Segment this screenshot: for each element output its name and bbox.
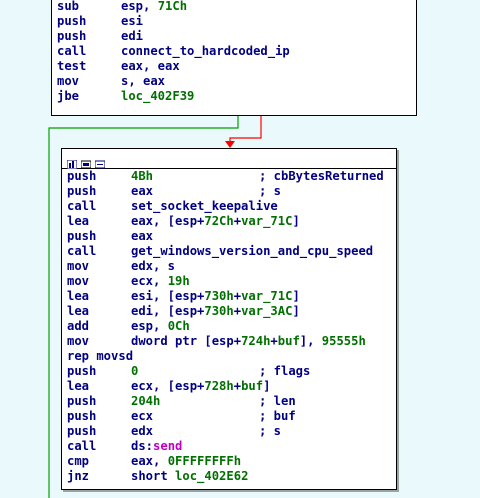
asm-mnemonic: call <box>67 439 97 453</box>
asm-operands: edi, [esp+730h+var_3AC] <box>131 304 300 318</box>
asm-line[interactable]: add esp, 0Ch <box>67 319 396 334</box>
asm-line[interactable]: test eax, eax <box>57 59 416 74</box>
asm-mnemonic: jnz <box>67 469 90 483</box>
graph-icon[interactable] <box>66 154 78 170</box>
asm-line[interactable]: call get_windows_version_and_cpu_speed <box>67 244 396 259</box>
asm-operands: eax, 0FFFFFFFFh <box>131 454 242 468</box>
basic-block-entry[interactable]: sub esp, 71Ch push esi push edi call connect_to… <box>51 0 417 116</box>
asm-mnemonic: push <box>67 409 97 423</box>
asm-comment: ; s <box>259 424 282 438</box>
asm-line[interactable]: mov dword ptr [esp+724h+buf], 95555h <box>67 334 396 349</box>
block-code: sub esp, 71Ch push esi push edi call connect_to… <box>52 0 416 104</box>
asm-line[interactable]: push 4Bh ; cbBytesReturned <box>67 169 396 184</box>
asm-line[interactable]: push 204h ; len <box>67 394 396 409</box>
asm-mnemonic: add <box>67 319 90 333</box>
asm-operands: edx <box>131 424 154 438</box>
asm-line[interactable]: call connect_to_hardcoded_ip <box>57 44 416 59</box>
node-icon[interactable] <box>94 154 106 169</box>
asm-comment: ; cbBytesReturned <box>259 169 384 183</box>
block-code: push 4Bh ; cbBytesReturned push eax ; s call se… <box>62 169 396 484</box>
asm-operands: eax, [esp+72Ch+var_71C] <box>131 214 300 228</box>
asm-operands: ecx <box>131 409 154 423</box>
asm-operands: esp, 71Ch <box>121 0 188 13</box>
asm-mnemonic: push <box>67 424 97 438</box>
asm-line[interactable]: mov edx, s <box>67 259 396 274</box>
asm-operands: ds:send <box>131 439 183 453</box>
asm-mnemonic: sub <box>57 0 80 13</box>
asm-operands: dword ptr [esp+724h+buf], 95555h <box>131 334 366 348</box>
asm-mnemonic: push <box>67 364 97 378</box>
asm-operands: eax, eax <box>121 59 180 73</box>
asm-line[interactable]: push 0 ; flags <box>67 364 396 379</box>
edge-true-branch <box>229 116 262 142</box>
asm-line[interactable]: push edi <box>57 29 416 44</box>
asm-line[interactable]: lea eax, [esp+72Ch+var_71C] <box>67 214 396 229</box>
asm-operands: 0 <box>131 364 139 378</box>
asm-mnemonic: push <box>67 229 97 243</box>
asm-operands: get_windows_version_and_cpu_speed <box>131 244 374 258</box>
asm-operands: loc_402F39 <box>121 89 195 103</box>
asm-mnemonic: lea <box>67 289 90 303</box>
asm-operands: edi <box>121 29 144 43</box>
asm-line[interactable]: rep movsd <box>67 349 396 364</box>
asm-mnemonic: lea <box>67 214 90 228</box>
asm-line[interactable]: jbe loc_402F39 <box>57 89 416 104</box>
asm-mnemonic: cmp <box>67 454 90 468</box>
asm-comment: ; s <box>259 184 282 198</box>
asm-mnemonic: mov <box>67 334 90 348</box>
asm-line[interactable]: lea ecx, [esp+728h+buf] <box>67 379 396 394</box>
asm-line[interactable]: push eax <box>67 229 396 244</box>
asm-operands: ecx, [esp+728h+buf] <box>131 379 271 393</box>
asm-operands: eax <box>131 184 154 198</box>
asm-line[interactable]: mov ecx, 19h <box>67 274 396 289</box>
asm-mnemonic: jbe <box>57 89 80 103</box>
asm-mnemonic: mov <box>67 274 90 288</box>
asm-comment: ; flags <box>259 364 311 378</box>
asm-line[interactable]: jnz short loc_402E62 <box>67 469 396 484</box>
asm-mnemonic: call <box>67 244 97 258</box>
asm-comment: ; len <box>259 394 296 408</box>
asm-mnemonic: push <box>57 29 87 43</box>
asm-mnemonic: push <box>57 14 87 28</box>
asm-line[interactable]: lea esi, [esp+730h+var_71C] <box>67 289 396 304</box>
asm-operands: esi <box>121 14 144 28</box>
asm-operands: connect_to_hardcoded_ip <box>121 44 290 58</box>
asm-line[interactable]: push ecx ; buf <box>67 409 396 424</box>
asm-mnemonic: push <box>67 169 97 183</box>
asm-operands: ecx, 19h <box>131 274 190 288</box>
asm-line[interactable]: push eax ; s <box>67 184 396 199</box>
asm-operands: edx, s <box>131 259 176 273</box>
asm-mnemonic: call <box>57 44 87 58</box>
asm-comment: ; buf <box>259 409 296 423</box>
asm-operands: short loc_402E62 <box>131 469 249 483</box>
asm-line[interactable]: push edx ; s <box>67 424 396 439</box>
asm-mnemonic: push <box>67 184 97 198</box>
asm-line[interactable]: push esi <box>57 14 416 29</box>
edge-arrowhead <box>225 141 235 148</box>
asm-mnemonic: rep movsd <box>67 349 134 363</box>
asm-line[interactable]: sub esp, 71Ch <box>57 0 416 14</box>
asm-line[interactable]: mov s, eax <box>57 74 416 89</box>
asm-operands: s, eax <box>121 74 166 88</box>
asm-mnemonic: lea <box>67 379 90 393</box>
asm-line[interactable]: call set_socket_keepalive <box>67 199 396 214</box>
block-titlebar <box>62 149 396 170</box>
basic-block-send[interactable]: push 4Bh ; cbBytesReturned push eax ; s call se… <box>61 148 397 490</box>
asm-mnemonic: lea <box>67 304 90 318</box>
asm-mnemonic: test <box>57 59 87 73</box>
asm-line[interactable]: lea edi, [esp+730h+var_3AC] <box>67 304 396 319</box>
asm-mnemonic: call <box>67 199 97 213</box>
asm-line[interactable]: cmp eax, 0FFFFFFFFh <box>67 454 396 469</box>
asm-operands: 4Bh <box>131 169 154 183</box>
asm-operands: esp, 0Ch <box>131 319 190 333</box>
asm-operands: 204h <box>131 394 161 408</box>
asm-mnemonic: mov <box>67 259 90 273</box>
asm-operands: set_socket_keepalive <box>131 199 278 213</box>
asm-line[interactable]: call ds:send <box>67 439 396 454</box>
asm-mnemonic: mov <box>57 74 80 88</box>
asm-operands: eax <box>131 229 154 243</box>
color-icon[interactable] <box>80 154 92 169</box>
asm-operands: esi, [esp+730h+var_71C] <box>131 289 300 303</box>
asm-mnemonic: push <box>67 394 97 408</box>
